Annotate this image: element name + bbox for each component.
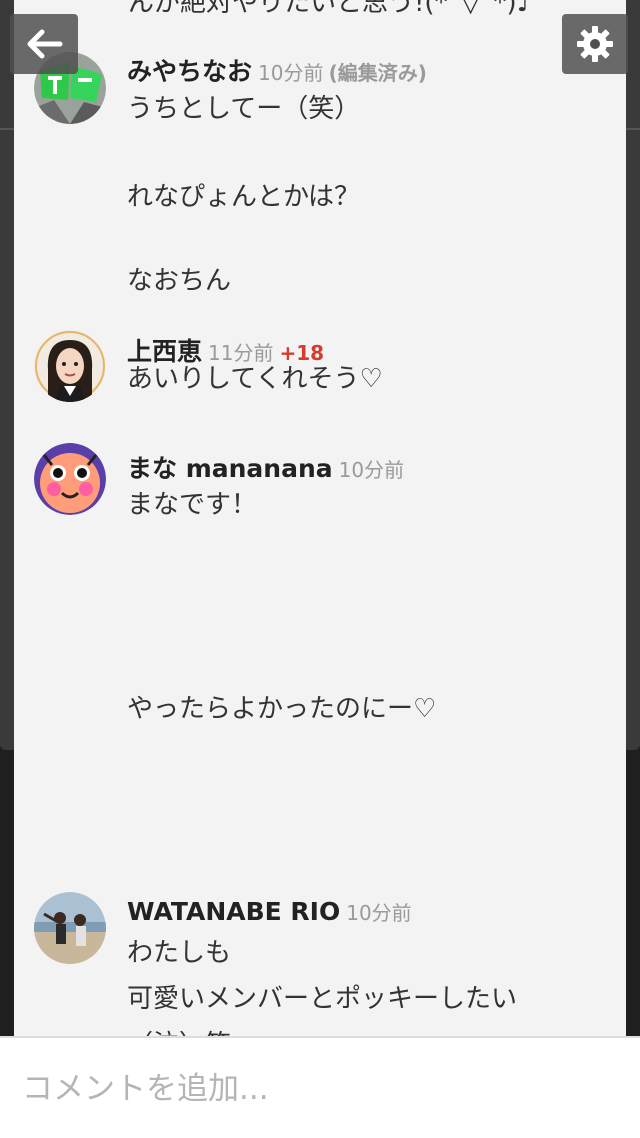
comment-header: まな mananana 10分前 — [127, 449, 404, 485]
comment-text: うちとしてー（笑） — [127, 94, 361, 124]
comment-header: WATANABE RIO 10分前 — [127, 897, 412, 926]
comment-header: みやちなお 10分前 (編集済み) — [127, 52, 427, 88]
edited-label: (編集済み) — [328, 61, 427, 85]
comment-text: あいりしてくれそう♡ — [127, 364, 383, 394]
back-button[interactable] — [10, 14, 78, 74]
settings-button[interactable] — [562, 14, 628, 74]
avatar[interactable] — [34, 443, 106, 515]
comment-text: わたしも — [127, 938, 232, 968]
gear-icon — [577, 26, 613, 62]
partial-comment-text: んが絶対やりたいと思う!(*´▽`*)♪ — [128, 0, 534, 18]
avatar-image — [34, 892, 106, 964]
comment-time: 10分前 — [346, 901, 412, 925]
comment-time: 10分前 — [338, 458, 405, 482]
author-name[interactable]: みやちなお — [127, 57, 252, 86]
comment-input[interactable] — [20, 1060, 624, 1118]
comment-time: 10分前 — [258, 61, 324, 85]
comment-text: れなぴょんとかは？ — [127, 182, 360, 212]
author-name[interactable]: まな mananana — [127, 454, 333, 483]
comment-text: まなです！ — [127, 490, 258, 520]
comment-text: （泣）笑 — [127, 1024, 231, 1036]
comments-sheet[interactable]: んが絶対やりたいと思う!(*´▽`*)♪ みやちなお 10分前 (編集済み) うち… — [14, 0, 626, 1036]
avatar-image — [34, 443, 106, 515]
avatar[interactable] — [34, 330, 106, 402]
author-name[interactable]: WATANABE RIO — [127, 897, 340, 926]
comment-text: やったらよかったのにー♡ — [127, 694, 437, 724]
comment-input-bar — [0, 1036, 640, 1138]
avatar[interactable] — [34, 892, 106, 964]
comment-text: なおちん — [127, 266, 232, 296]
avatar-image — [34, 330, 106, 402]
arrow-left-icon — [27, 29, 63, 59]
comment-text: 可愛いメンバーとポッキーしたい — [127, 984, 518, 1014]
